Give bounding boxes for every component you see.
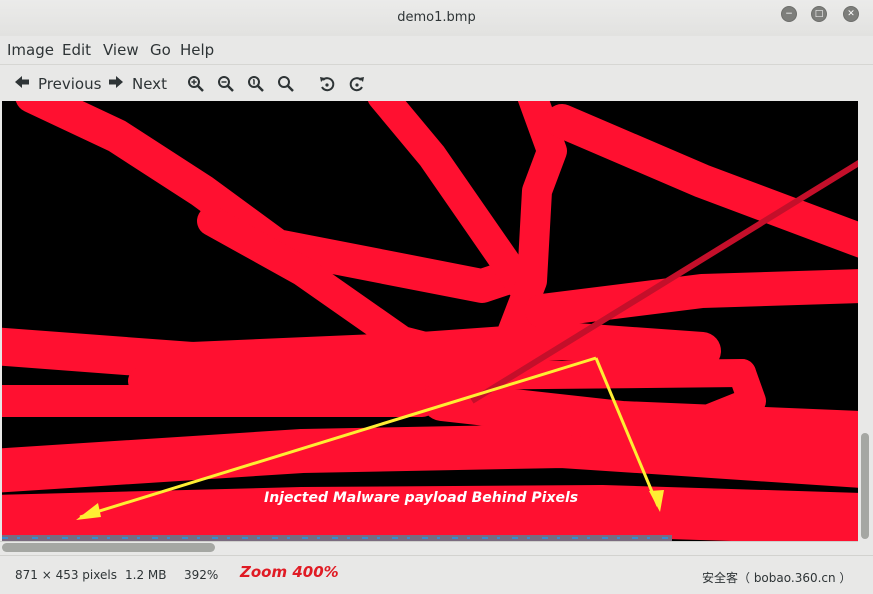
previous-button[interactable]: Previous [14,73,102,95]
next-label: Next [132,75,167,93]
menu-view[interactable]: View [103,41,139,59]
watermark-text: 安全客（ bobao.360.cn ） [702,571,852,585]
menu-image[interactable]: Image [7,41,54,59]
file-size: 1.2 MB [125,568,167,582]
zoom-best-icon [278,76,294,92]
minimize-icon: − [785,9,793,19]
zoom-in-icon [188,76,204,92]
arrow-left-icon [15,76,29,88]
zoom-fit-icon [248,76,264,92]
close-icon: ✕ [847,9,855,19]
title-bar[interactable]: demo1.bmp − □ ✕ [0,0,873,36]
horizontal-scroll-thumb[interactable] [2,543,215,552]
horizontal-scrollbar[interactable] [0,541,858,554]
arrow-right-icon [109,76,123,88]
vertical-scroll-thumb[interactable] [861,433,869,539]
status-bar: 871 × 453 pixels 1.2 MB 392% Zoom 400% 安… [0,555,873,594]
rotate-right-button[interactable] [348,73,366,95]
next-button[interactable]: Next [108,73,170,95]
zoom-in-button[interactable] [187,73,205,95]
zoom-best-fit-button[interactable] [277,73,295,95]
maximize-icon: □ [814,9,824,19]
zoom-normal-button[interactable] [247,73,265,95]
zoomed-image [2,101,858,541]
rotate-left-button[interactable] [318,73,336,95]
menu-help[interactable]: Help [180,41,214,59]
rotate-left-icon [320,77,335,92]
close-button[interactable]: ✕ [843,6,859,22]
menu-go[interactable]: Go [150,41,171,59]
zoom-level: 392% [184,568,219,582]
previous-label: Previous [38,75,102,93]
image-dimensions: 871 × 453 pixels [15,568,117,582]
image-canvas[interactable]: Injected Malware payload Behind Pixels [2,101,858,541]
vertical-scrollbar[interactable] [858,101,873,541]
window-title: demo1.bmp [397,10,476,25]
image-viewer-window: demo1.bmp − □ ✕ Image Edit View Go Help … [0,0,873,594]
rotate-right-icon [349,77,364,92]
zoom-out-icon [218,76,234,92]
toolbar: Previous Next [0,64,873,102]
zoom-annotation: Zoom 400% [240,563,339,581]
menu-edit[interactable]: Edit [62,41,91,59]
zoom-out-button[interactable] [217,73,235,95]
malware-annotation: Injected Malware payload Behind Pixels [264,490,579,506]
menu-bar: Image Edit View Go Help [0,36,873,64]
maximize-button[interactable]: □ [811,6,827,22]
minimize-button[interactable]: − [781,6,797,22]
